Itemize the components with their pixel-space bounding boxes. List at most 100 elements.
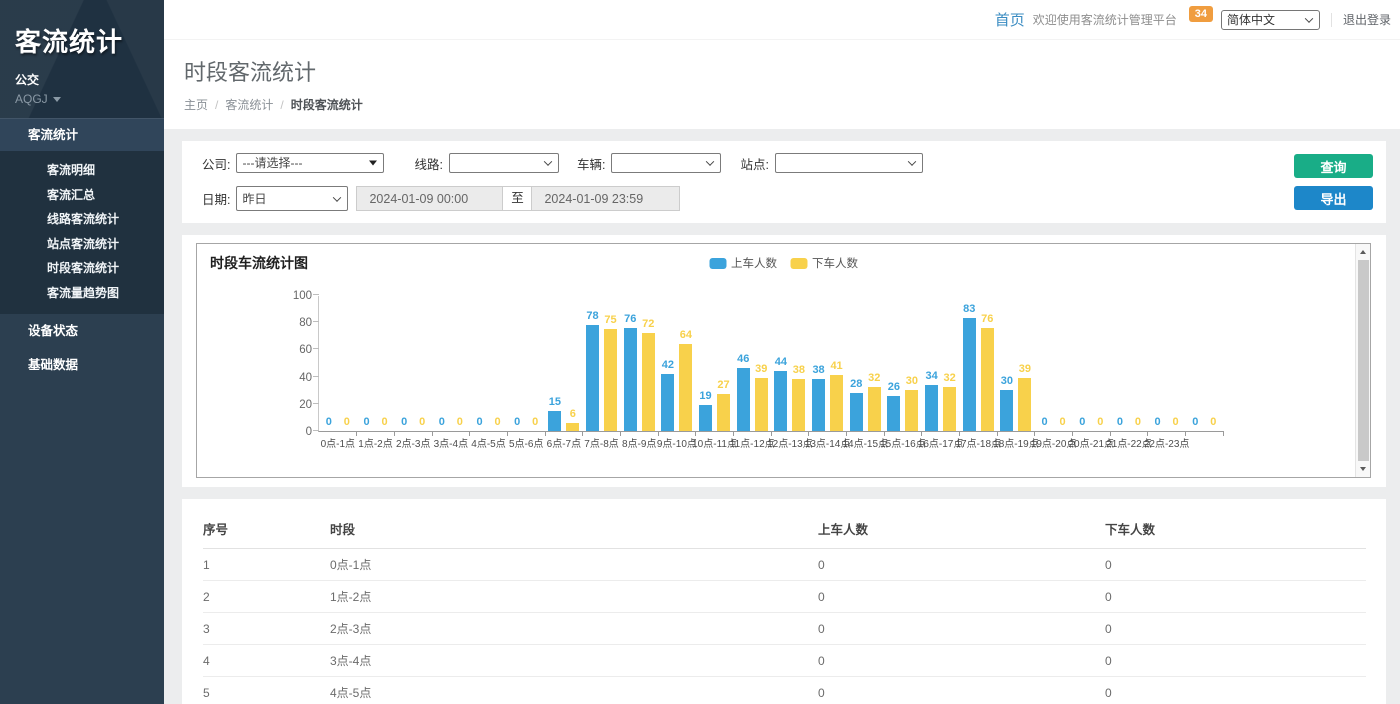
bar-value-label: 64: [680, 329, 692, 341]
org-selector[interactable]: AQGJ: [15, 92, 164, 106]
bar-value-label: 39: [1019, 363, 1031, 375]
chart-box: 时段车流统计图 上车人数下车人数 000点-1点001点-2点002点-3点00…: [196, 243, 1371, 478]
bar-value-label: 0: [419, 416, 425, 428]
station-select[interactable]: [775, 153, 923, 173]
sidebar-subitem[interactable]: 时段客流统计: [0, 256, 164, 281]
breadcrumb-home[interactable]: 主页: [184, 96, 208, 113]
legend-label: 下车人数: [812, 255, 858, 271]
table-cell: 0: [1105, 581, 1366, 613]
bar-value-label: 0: [1192, 416, 1198, 428]
table-cell: 4点-5点: [330, 677, 818, 704]
sidebar-subitem[interactable]: 站点客流统计: [0, 232, 164, 257]
bar-group: 303918点-19点: [997, 296, 1035, 431]
logout-link[interactable]: 退出登录: [1343, 11, 1391, 28]
bar-boarding: 46: [737, 368, 750, 431]
bar-boarding: 78: [586, 325, 599, 431]
bar-boarding: 19: [699, 405, 712, 431]
chart-scrollbar[interactable]: [1355, 244, 1370, 477]
language-select[interactable]: 简体中文: [1221, 10, 1320, 30]
bar-value-label: 42: [662, 359, 674, 371]
date-range-separator: 至: [503, 186, 531, 211]
bar-group: 0020点-21点: [1072, 296, 1110, 431]
stats-table-body: 10点-1点0021点-2点0032点-3点0043点-4点0054点-5点00…: [203, 549, 1366, 704]
date-preset-select[interactable]: 昨日: [236, 186, 348, 211]
sidebar-subitem[interactable]: 客流明细: [0, 158, 164, 183]
stats-table-header-row: 序号时段上车人数下车人数: [203, 511, 1366, 549]
date-to-input[interactable]: [531, 186, 680, 211]
top-header: 首页 欢迎使用客流统计管理平台 34 简体中文 退出登录: [164, 0, 1400, 40]
sidebar-subitem[interactable]: 客流汇总: [0, 183, 164, 208]
sidebar-item-passenger-stats[interactable]: 客流统计: [0, 118, 164, 151]
bar-alighting: 75: [604, 329, 617, 431]
stats-table: 序号时段上车人数下车人数 10点-1点0021点-2点0032点-3点0043点…: [203, 511, 1366, 704]
bar-group: 192710点-11点: [696, 296, 734, 431]
bar-boarding: 15: [548, 411, 561, 431]
export-button[interactable]: 导出: [1294, 186, 1373, 210]
bar-boarding: 30: [1000, 390, 1013, 431]
bar-group: 002点-3点: [394, 296, 432, 431]
date-from-input[interactable]: [356, 186, 503, 211]
bar-value-label: 0: [363, 416, 369, 428]
bar-group: 463911点-12点: [733, 296, 771, 431]
bar-value-label: 0: [476, 416, 482, 428]
table-row: 54点-5点00: [203, 677, 1366, 704]
y-axis-tick: [313, 294, 319, 295]
bar-value-label: 27: [717, 379, 729, 391]
table-cell: 3点-4点: [330, 645, 818, 677]
bar-value-label: 0: [1079, 416, 1085, 428]
company-select[interactable]: ---请选择---: [236, 153, 384, 173]
bar-group: 000点-1点: [319, 296, 357, 431]
table-cell: 0: [1105, 549, 1366, 581]
y-axis-label: 100: [282, 290, 312, 302]
chart-panel: 时段车流统计图 上车人数下车人数 000点-1点001点-2点002点-3点00…: [182, 235, 1386, 487]
x-axis-label: 7点-8点: [584, 435, 618, 450]
breadcrumb-passenger-stats[interactable]: 客流统计: [225, 96, 273, 113]
scrollbar-up-button[interactable]: [1356, 245, 1370, 259]
legend-swatch-icon: [790, 258, 807, 269]
bar-value-label: 30: [906, 375, 918, 387]
bar-value-label: 83: [963, 303, 975, 315]
x-axis-label: 9点-10点: [657, 435, 697, 450]
vehicle-select[interactable]: [611, 153, 721, 173]
bar-group: 283214点-15点: [846, 296, 884, 431]
home-link[interactable]: 首页: [995, 9, 1025, 30]
table-cell: 0: [1105, 645, 1366, 677]
vehicle-select-wrap: [611, 153, 721, 173]
bar-group: 384113点-14点: [809, 296, 847, 431]
bar-group: 76728点-9点: [620, 296, 658, 431]
bar-value-label: 32: [868, 372, 880, 384]
legend-item[interactable]: 下车人数: [790, 255, 858, 271]
bar-value-label: 0: [532, 416, 538, 428]
scrollbar-down-button[interactable]: [1356, 462, 1370, 476]
bar-group: 0019点-20点: [1035, 296, 1073, 431]
query-button[interactable]: 查询: [1294, 154, 1373, 178]
bar-value-label: 0: [1210, 416, 1216, 428]
notification-badge[interactable]: 34: [1189, 6, 1213, 22]
filter-panel: 公司: ---请选择--- 线路: 车辆: 站点:: [182, 141, 1386, 223]
bar-boarding: 83: [963, 318, 976, 431]
x-axis-label: 2点-3点: [396, 435, 430, 450]
bar-value-label: 38: [812, 364, 824, 376]
bar-value-label: 0: [457, 416, 463, 428]
sidebar-item-device-status[interactable]: 设备状态: [0, 314, 164, 348]
y-axis-label: 60: [282, 344, 312, 356]
scrollbar-thumb[interactable]: [1358, 260, 1369, 461]
sidebar-subitem[interactable]: 客流量趋势图: [0, 281, 164, 306]
bar-group: 001点-2点: [357, 296, 395, 431]
bar-alighting: 32: [943, 387, 956, 431]
line-select[interactable]: [449, 153, 559, 173]
x-axis-label: 4点-5点: [471, 435, 505, 450]
sidebar-subitem[interactable]: 线路客流统计: [0, 207, 164, 232]
sidebar-item-base-data[interactable]: 基础数据: [0, 348, 164, 382]
company-select-wrap: ---请选择---: [236, 153, 384, 173]
chart-plot: 000点-1点001点-2点002点-3点003点-4点004点-5点005点-…: [318, 296, 1223, 432]
table-cell: 0: [818, 613, 1105, 645]
table-cell: 0: [818, 645, 1105, 677]
bar-value-label: 0: [1135, 416, 1141, 428]
bar-boarding: 38: [812, 379, 825, 431]
bar-alighting: 6: [566, 423, 579, 431]
bar-alighting: 72: [642, 333, 655, 431]
legend-item[interactable]: 上车人数: [709, 255, 777, 271]
company-label: 公司:: [202, 154, 230, 173]
legend-swatch-icon: [709, 258, 726, 269]
